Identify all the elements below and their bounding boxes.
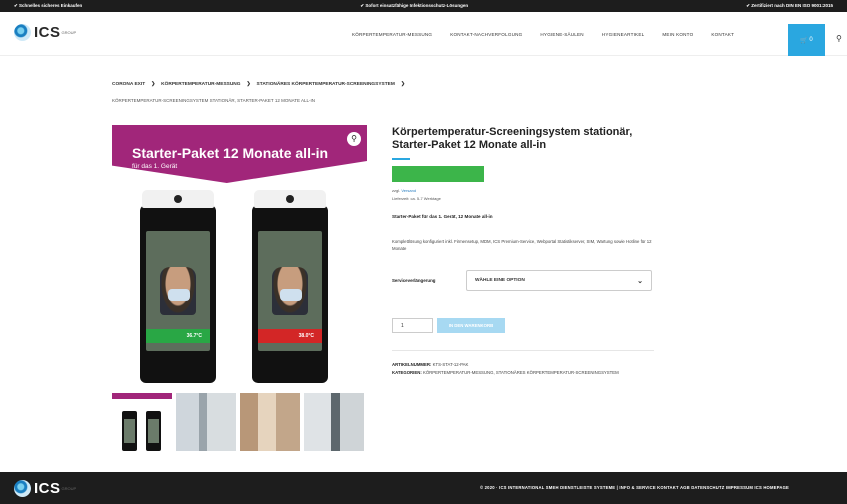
logo-suffix: GROUP (61, 30, 77, 35)
nav-item-my-account[interactable]: MEIN KONTO (662, 32, 693, 37)
shipping-link[interactable]: Versand (401, 188, 416, 193)
device-image-left: 36.7°C (140, 190, 216, 383)
chevron-down-icon: ⌄ (637, 277, 643, 285)
mini-device-image (146, 411, 161, 451)
price-box (392, 166, 484, 182)
thumbnail-2[interactable] (176, 393, 236, 451)
thumbnail-1[interactable] (112, 393, 172, 451)
mini-screen (124, 419, 135, 443)
top-info-bar: ✔ Schnelles sicheres Einkaufen ✔ Sofort … (0, 0, 847, 12)
breadcrumb-current: KÖRPERTEMPERATUR-SCREENINGSYSTEM STATION… (112, 98, 316, 103)
mini-screen (148, 419, 159, 443)
tax-prefix: zzgl. (392, 188, 401, 193)
breadcrumb-separator: ❯ (400, 82, 405, 87)
cart-button[interactable]: 🛒 0 (788, 24, 825, 56)
device-screen: 36.7°C (146, 231, 210, 351)
site-logo[interactable]: ICS GROUP (14, 24, 76, 41)
nav-item-contact[interactable]: KONTAKT (711, 32, 734, 37)
title-divider (392, 158, 410, 160)
service-extension-select[interactable]: WÄHLE EINE OPTION ⌄ (466, 270, 652, 291)
option-value: WÄHLE EINE OPTION (475, 278, 525, 283)
delivery-time: Lieferzeit: ca. 5-7 Werktage (392, 196, 441, 201)
topbar-center-text: ✔ Sofort einsatzfähige Infektionsschutz-… (360, 3, 469, 8)
thumbnail-strip (112, 393, 364, 451)
nav-item-hygiene-articles[interactable]: HYGIENEARTIKEL (602, 32, 645, 37)
breadcrumb-item-temperature[interactable]: KÖRPERTEMPERATUR-MESSUNG (161, 82, 240, 87)
short-description: Komplettlösung konfiguriert inkl. Firmen… (392, 239, 652, 251)
site-header: ICS GROUP KÖRPERTEMPERATUR-MESSUNG KONTA… (0, 12, 847, 56)
device-head (254, 190, 326, 208)
temperature-ok-bar: 36.7°C (146, 329, 210, 343)
banner-subtitle: für das 1. Gerät (132, 163, 178, 170)
thumbnail-3[interactable] (240, 393, 300, 451)
footer-logo-suffix: GROUP (61, 486, 77, 491)
tax-info: zzgl. Versand (392, 188, 416, 193)
mask-image (168, 289, 190, 301)
cart-count: 0 (809, 37, 813, 43)
option-label: Serviceverlängerung (392, 278, 436, 283)
breadcrumb: CORONA EXIT ❯ KÖRPERTEMPERATUR-MESSUNG ❯… (112, 82, 405, 87)
zoom-icon[interactable]: ⚲ (347, 132, 361, 146)
categories-value[interactable]: KÖRPERTEMPERATUR-MESSUNG, STATIONÄRES KÖ… (423, 370, 619, 375)
breadcrumb-separator: ❯ (246, 82, 251, 87)
main-nav: KÖRPERTEMPERATUR-MESSUNG KONTAKT-NACHVER… (352, 12, 734, 56)
nav-item-contact-tracing[interactable]: KONTAKT-NACHVERFOLGUNG (450, 32, 522, 37)
footer-logo[interactable]: ICS GROUP (14, 480, 76, 497)
breadcrumb-item-stationary[interactable]: STATIONÄRES KÖRPERTEMPERATUR-SCREENINGSY… (257, 82, 395, 87)
device-image-right: 38.0°C (252, 190, 328, 383)
product-meta: ARTIKELNUMMER: KTS-STAT-12-PAK KATEGORIE… (392, 361, 657, 376)
nav-item-hygiene-columns[interactable]: HYGIENE-SÄULEN (540, 32, 583, 37)
footer-links[interactable]: © 2020 · ICS INTERNATIONAL SMEH DIENSTLE… (480, 485, 789, 490)
product-title: Körpertemperatur-Screeningsystem station… (392, 126, 633, 151)
sku-label: ARTIKELNUMMER: (392, 362, 432, 367)
mask-image (280, 289, 302, 301)
cart-icon: 🛒 (800, 37, 808, 44)
nav-item-temperature[interactable]: KÖRPERTEMPERATUR-MESSUNG (352, 32, 432, 37)
categories-label: KATEGORIEN: (392, 369, 422, 375)
footer-logo-text: ICS (34, 480, 61, 497)
breadcrumb-item-corona-exit[interactable]: CORONA EXIT (112, 82, 145, 87)
globe-icon (14, 24, 31, 41)
device-screen: 38.0°C (258, 231, 322, 351)
breadcrumb-separator: ❯ (151, 82, 156, 87)
product-gallery[interactable]: Starter-Paket 12 Monate all-in für das 1… (112, 125, 367, 390)
device-head (142, 190, 214, 208)
quantity-input[interactable]: 1 (392, 318, 433, 333)
search-icon[interactable]: ⚲ (836, 34, 842, 43)
mini-device-image (122, 411, 137, 451)
short-description-title: Starter-Paket für das 1. Gerät, 12 Monat… (392, 214, 493, 219)
site-footer: ICS GROUP © 2020 · ICS INTERNATIONAL SME… (0, 472, 847, 504)
meta-divider (392, 350, 654, 351)
banner-title: Starter-Paket 12 Monate all-in (132, 145, 329, 161)
topbar-left-text: ✔ Schnelles sicheres Einkaufen (14, 3, 83, 8)
camera-icon (286, 195, 294, 203)
thumbnail-4[interactable] (304, 393, 364, 451)
temperature-alert-bar: 38.0°C (258, 329, 322, 343)
add-to-cart-button[interactable]: IN DEN WARENKORB (437, 318, 505, 333)
sku-value: KTS-STAT-12-PAK (432, 362, 469, 367)
logo-text: ICS (34, 24, 61, 41)
globe-icon (14, 480, 31, 497)
camera-icon (174, 195, 182, 203)
topbar-right-text: ✔ Zertifiziert nach DIN EN ISO 9001:2015 (746, 3, 833, 8)
